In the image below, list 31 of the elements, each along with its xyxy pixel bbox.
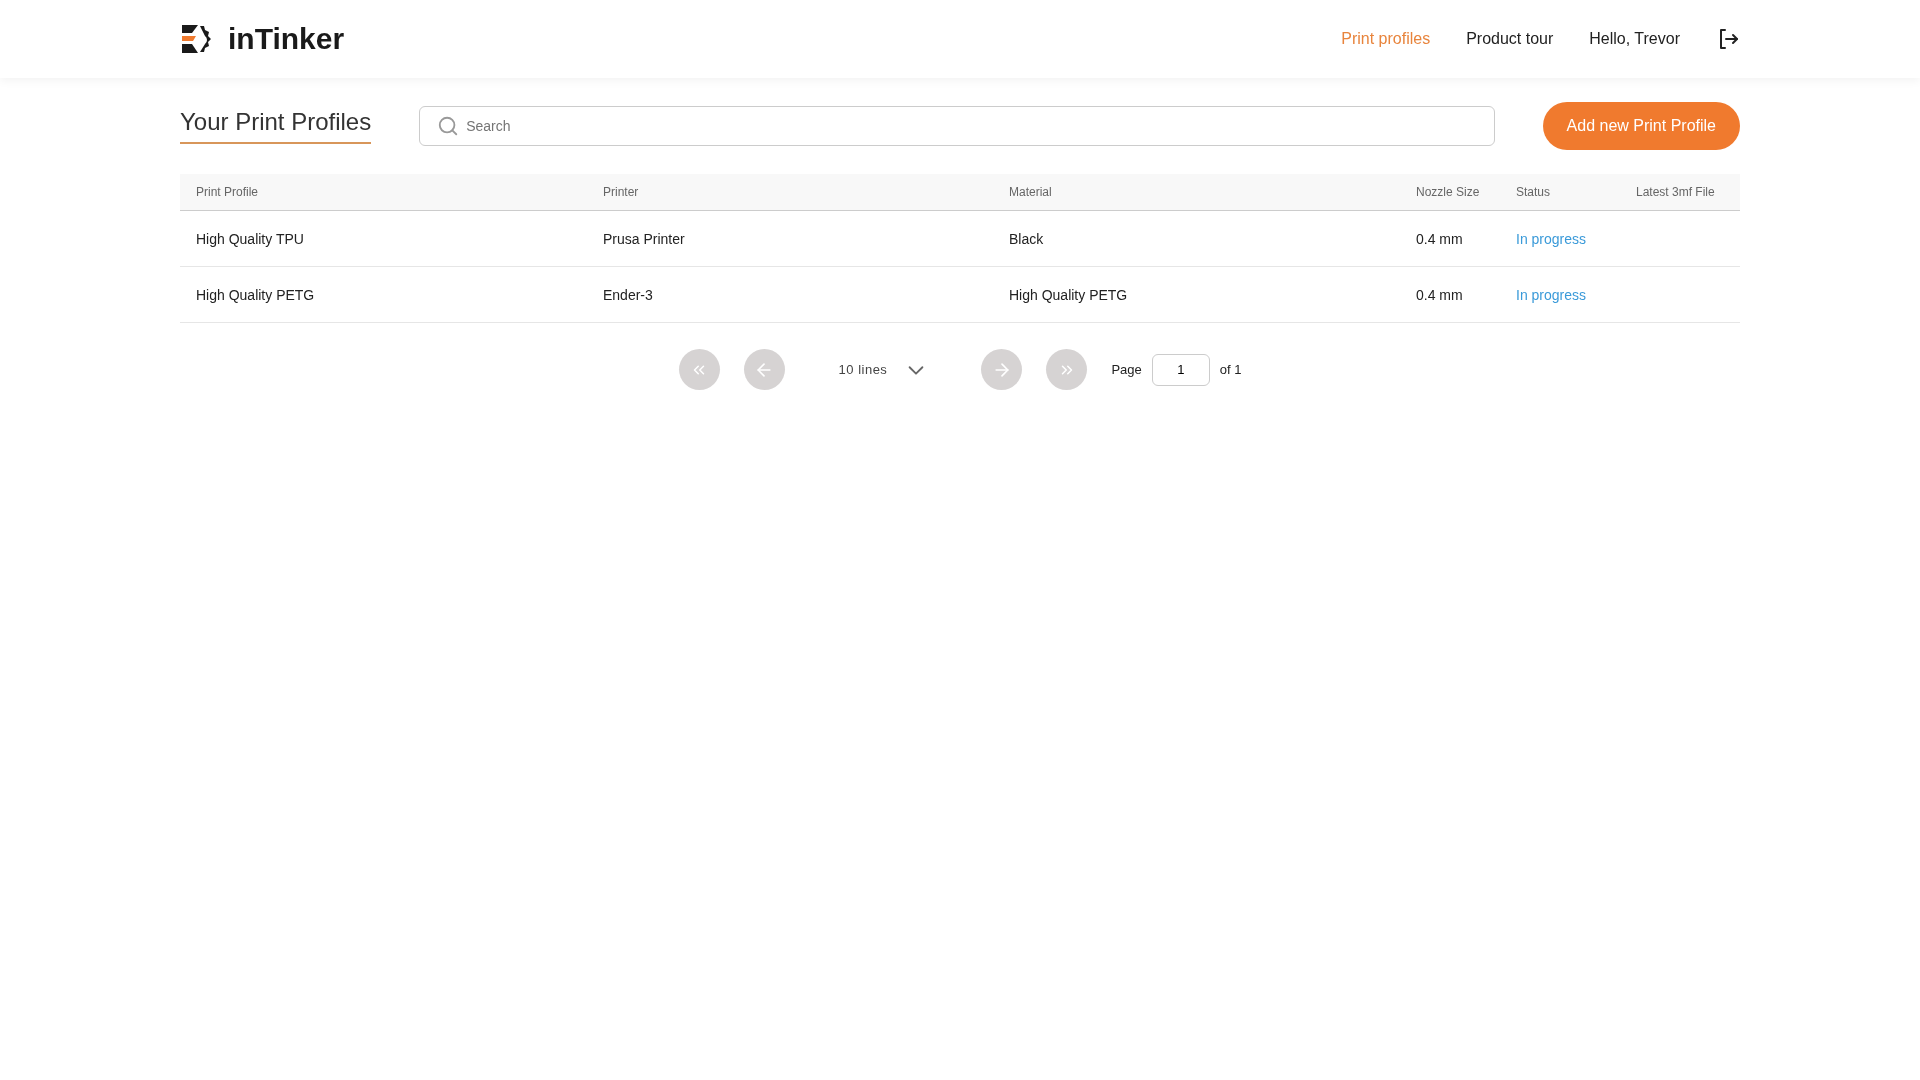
table-cell-text: 0.4 mm (1416, 286, 1464, 303)
status-text: In progress (1516, 286, 1588, 303)
lines-per-page-dropdown[interactable]: 10 lines (832, 357, 934, 382)
brand-name: inTinker (228, 22, 345, 56)
table-cell-text: Ender-3 (603, 286, 654, 303)
logo-icon (180, 23, 214, 55)
table-cell-text: High Quality PETG (196, 286, 316, 303)
column-header: Latest 3mf File (1636, 185, 1716, 199)
column-header: Status (1516, 185, 1552, 199)
first-page-button[interactable] (678, 349, 720, 390)
table-cell-text: Prusa Printer (603, 230, 686, 247)
last-page-button[interactable] (1046, 349, 1088, 390)
search-icon (437, 115, 460, 137)
status-text: In progress (1516, 230, 1588, 247)
nav-link[interactable]: Product tour (1466, 30, 1554, 48)
column-header: Nozzle Size (1416, 185, 1481, 199)
next-page-button[interactable] (981, 349, 1023, 390)
page-label: Page (1111, 362, 1142, 377)
table-cell-text: 0.4 mm (1416, 230, 1464, 247)
column-header: Material (1009, 185, 1053, 199)
table-cell-text: High Quality TPU (196, 230, 305, 247)
previous-page-button[interactable] (743, 349, 785, 390)
table-cell-text: Black (1009, 230, 1045, 247)
page-count: of 1 (1219, 362, 1242, 377)
table-cell-text: High Quality PETG (1009, 286, 1129, 303)
page-title: Your Print Profiles (180, 108, 372, 144)
column-header: Printer (603, 185, 640, 199)
search-field[interactable]: Search (419, 106, 1495, 146)
column-header: Print Profile (196, 185, 260, 199)
page-number-field[interactable]: 1 (1151, 353, 1210, 386)
user-greeting: Hello, Trevor (1589, 30, 1680, 48)
